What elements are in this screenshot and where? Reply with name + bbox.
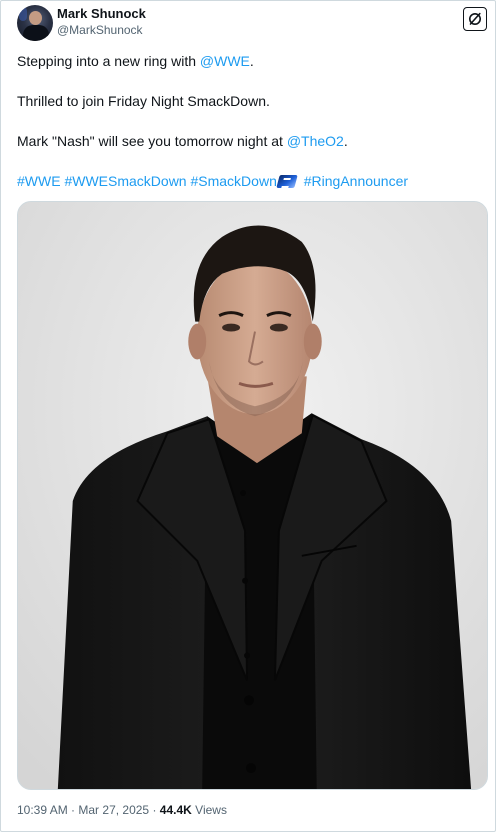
grok-button[interactable]	[463, 7, 487, 31]
author-names: Mark Shunock @MarkShunock	[57, 6, 146, 38]
avatar[interactable]	[17, 5, 53, 41]
grok-icon	[469, 12, 481, 25]
hashtag-wwe[interactable]: #WWE	[17, 173, 61, 189]
views-count: 44.4K	[159, 803, 192, 817]
tweet-line-2: Thrilled to join Friday Night SmackDown.	[17, 93, 270, 109]
tweet-line-1: Stepping into a new ring with @WWE.	[17, 53, 254, 69]
smackdown-emoji	[276, 175, 298, 188]
hashtag-line: #WWE #WWESmackDown #SmackDown #RingAnnou…	[17, 171, 408, 191]
mention-theo2[interactable]: @TheO2	[287, 133, 344, 149]
tweet-photo[interactable]	[17, 201, 488, 790]
meta-separator: ·	[152, 803, 157, 817]
views-label: Views	[195, 803, 227, 817]
tweet-header: Mark Shunock @MarkShunock	[17, 5, 487, 41]
tweet-line-3: Mark "Nash" will see you tomorrow night …	[17, 133, 348, 149]
post-date[interactable]: Mar 27, 2025	[78, 803, 149, 817]
hashtag-ringannouncer[interactable]: #RingAnnouncer	[304, 173, 408, 189]
tweet-card: Mark Shunock @MarkShunock Stepping into …	[0, 0, 496, 832]
post-time[interactable]: 10:39 AM	[17, 803, 68, 817]
portrait-image	[18, 202, 487, 789]
hashtag-smackdown[interactable]: #SmackDown	[190, 173, 276, 189]
mention-wwe[interactable]: @WWE	[200, 53, 250, 69]
hashtag-wwesmackdown[interactable]: #WWESmackDown	[64, 173, 186, 189]
meta-separator: ·	[71, 803, 76, 817]
author-handle[interactable]: @MarkShunock	[57, 22, 146, 38]
tweet-meta: 10:39 AM · Mar 27, 2025 · 44.4K Views	[17, 802, 227, 818]
author-display-name[interactable]: Mark Shunock	[57, 6, 146, 22]
